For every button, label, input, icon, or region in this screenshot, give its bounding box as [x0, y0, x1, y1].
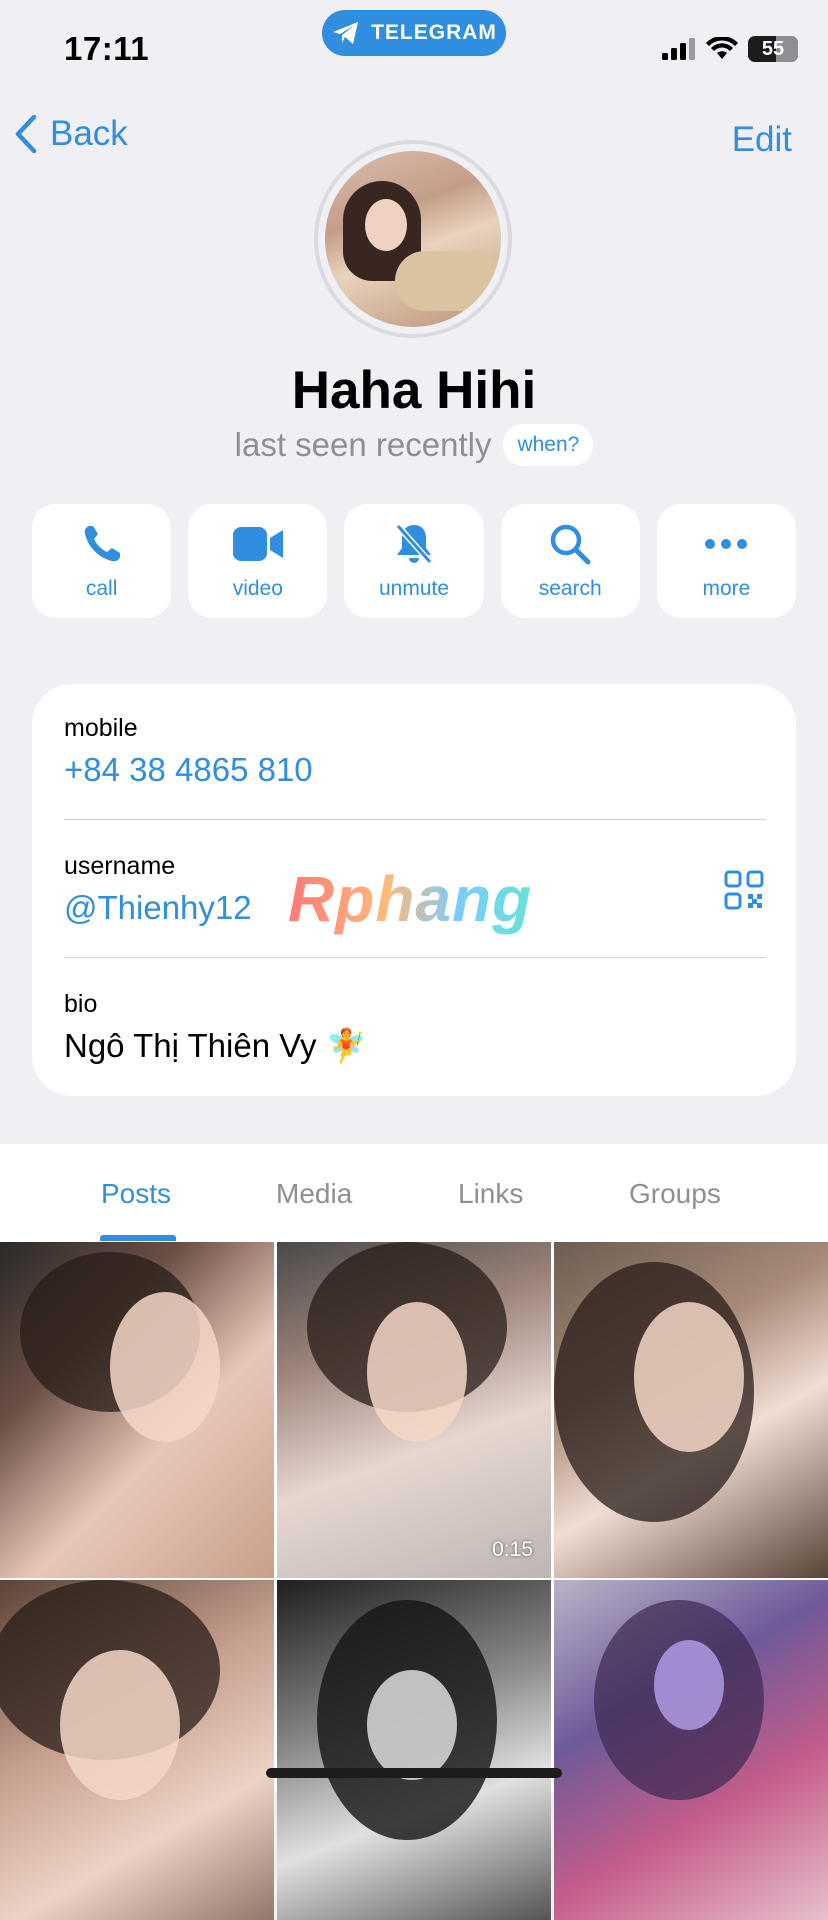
active-tab-indicator: [100, 1235, 176, 1241]
bell-slash-icon: [395, 524, 433, 564]
media-thumbnail[interactable]: [277, 1580, 551, 1920]
search-icon: [550, 524, 591, 565]
media-thumbnail[interactable]: [0, 1242, 274, 1578]
bio-row[interactable]: bio Ngô Thị Thiên Vy 🧚: [64, 990, 764, 1066]
media-thumbnail[interactable]: [0, 1580, 274, 1920]
media-thumbnail[interactable]: [554, 1242, 828, 1578]
profile-name: Haha Hihi: [291, 361, 537, 420]
qr-code-button[interactable]: [724, 870, 764, 915]
telegram-plane-icon: [333, 22, 359, 44]
home-indicator[interactable]: [266, 1768, 562, 1778]
phone-icon: [84, 526, 120, 562]
mobile-row[interactable]: mobile +84 38 4865 810: [64, 714, 764, 789]
telegram-pill[interactable]: TELEGRAM: [322, 10, 506, 56]
profile-avatar[interactable]: [314, 140, 512, 338]
back-button[interactable]: Back: [14, 114, 128, 154]
wifi-icon: [706, 37, 738, 59]
back-label: Back: [50, 114, 128, 153]
cellular-signal-icon: [662, 38, 695, 60]
search-button[interactable]: search: [500, 504, 640, 618]
call-label: call: [85, 577, 118, 600]
divider: [64, 819, 766, 820]
status-time: 17:11: [64, 30, 150, 67]
call-button[interactable]: call: [32, 504, 172, 618]
last-seen-row: last seen recently when?: [0, 424, 828, 466]
media-thumbnail[interactable]: 0:15: [277, 1242, 551, 1578]
status-icons: 55: [662, 36, 798, 62]
chevron-left-icon: [15, 114, 37, 154]
edit-button[interactable]: Edit: [732, 120, 792, 160]
media-grid: 0:15: [0, 1242, 828, 1920]
avatar-photo: [325, 151, 501, 327]
more-label: more: [702, 577, 751, 600]
bio-value: Ngô Thị Thiên Vy 🧚: [64, 1027, 367, 1064]
when-button[interactable]: when?: [503, 424, 594, 466]
more-button[interactable]: more: [656, 504, 797, 618]
unmute-label: unmute: [378, 577, 450, 600]
mobile-value[interactable]: +84 38 4865 810: [64, 751, 764, 789]
tab-groups[interactable]: Groups: [629, 1178, 721, 1210]
search-label: search: [538, 577, 602, 600]
video-camera-icon: [232, 527, 283, 561]
video-label: video: [232, 577, 283, 600]
battery-icon: 55: [748, 36, 798, 62]
bio-key: bio: [64, 990, 98, 1018]
qr-code-icon: [724, 870, 764, 910]
mobile-key: mobile: [64, 714, 138, 742]
video-duration: 0:15: [492, 1538, 533, 1561]
profile-tabs: Posts Media Links Groups: [0, 1144, 828, 1242]
tab-posts[interactable]: Posts: [101, 1178, 171, 1210]
media-thumbnail[interactable]: [554, 1580, 828, 1920]
watermark: Rphang: [288, 863, 533, 935]
ellipsis-icon: [705, 539, 748, 549]
tab-links[interactable]: Links: [458, 1178, 523, 1210]
last-seen-text: last seen recently: [234, 426, 492, 463]
divider: [64, 957, 766, 958]
unmute-button[interactable]: unmute: [344, 504, 484, 618]
battery-level: 55: [761, 37, 785, 60]
tab-media[interactable]: Media: [276, 1178, 352, 1210]
video-button[interactable]: video: [188, 504, 328, 618]
telegram-pill-label: TELEGRAM: [371, 21, 497, 44]
action-buttons: call video unmute search more: [32, 504, 797, 618]
